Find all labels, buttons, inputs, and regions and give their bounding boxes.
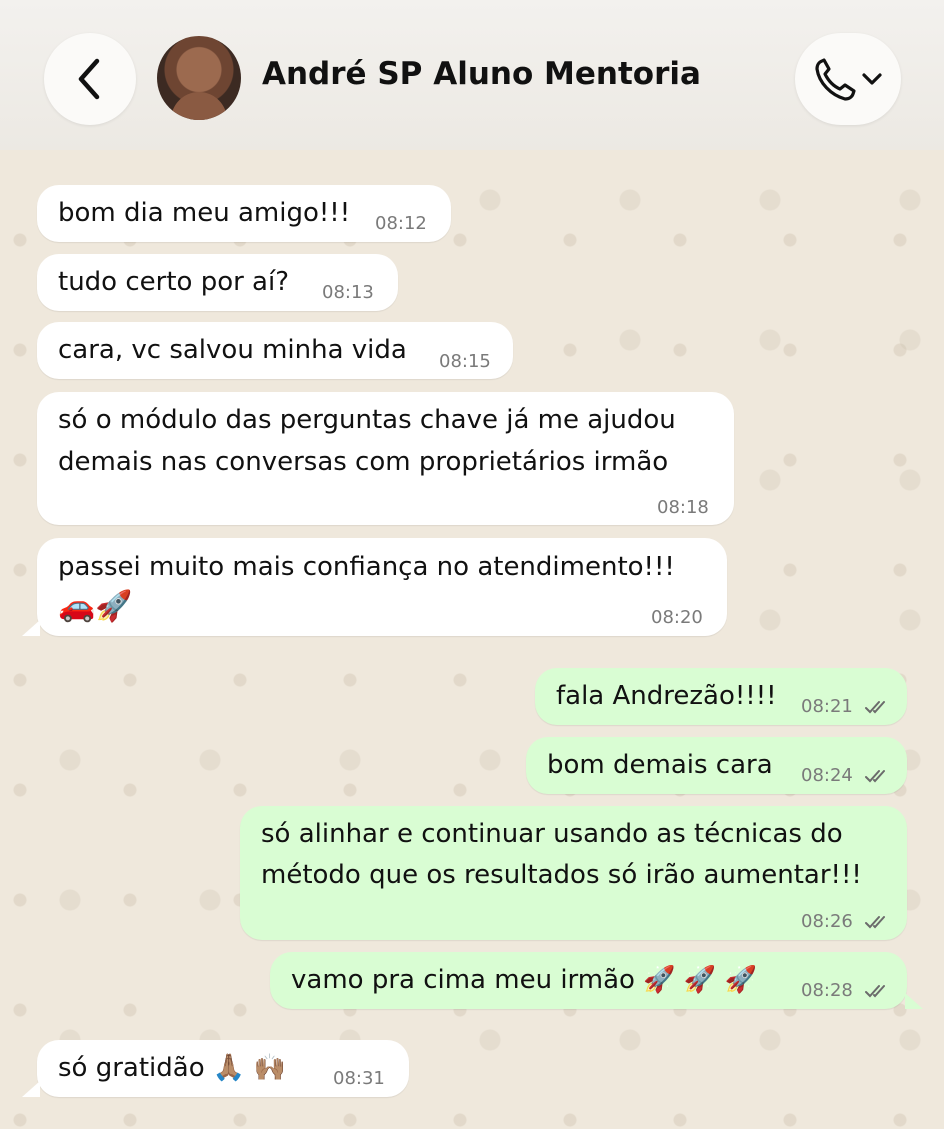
message-incoming[interactable]: passei muito mais confiança no atendimen… [37, 538, 727, 636]
message-text: bom dia meu amigo!!! [58, 198, 351, 228]
message-time: 08:15 [439, 351, 491, 372]
double-check-icon [864, 985, 885, 998]
message-outgoing[interactable]: só alinhar e continuar usando as técnica… [240, 806, 907, 940]
message-text-line: só o módulo das perguntas chave já me aj… [58, 405, 676, 435]
message-incoming[interactable]: só o módulo das perguntas chave já me aj… [37, 392, 734, 525]
message-outgoing[interactable]: vamo pra cima meu irmão 🚀 🚀 🚀 08:28 [270, 952, 907, 1009]
double-check-icon [864, 770, 885, 783]
message-time: 08:24 [801, 766, 891, 786]
bubble-tail [22, 1081, 40, 1097]
message-time: 08:18 [657, 497, 709, 518]
message-text-line: passei muito mais confiança no atendimen… [58, 552, 675, 582]
message-outgoing[interactable]: bom demais cara 08:24 [526, 737, 907, 794]
message-text: só gratidão 🙏🏽 🙌🏽 [58, 1053, 286, 1083]
message-text-line: só alinhar e continuar usando as técnica… [261, 819, 843, 849]
message-time: 08:28 [801, 981, 891, 1001]
message-text: tudo certo por aí? [58, 267, 290, 297]
message-text: vamo pra cima meu irmão 🚀 🚀 🚀 [291, 965, 757, 995]
contact-name[interactable]: André SP Aluno Mentoria [262, 56, 701, 92]
message-text-line: demais nas conversas com proprietários i… [58, 447, 669, 477]
double-check-icon [864, 916, 885, 929]
back-button[interactable] [44, 33, 136, 125]
chat-header: André SP Aluno Mentoria [0, 0, 944, 150]
call-button[interactable] [795, 33, 901, 125]
message-outgoing[interactable]: fala Andrezão!!!! 08:21 [535, 668, 907, 725]
message-time-text: 08:28 [801, 980, 853, 1001]
message-incoming[interactable]: cara, vc salvou minha vida 08:15 [37, 322, 513, 379]
chevron-down-icon [862, 73, 882, 85]
message-time-text: 08:21 [801, 696, 853, 717]
message-time: 08:13 [322, 282, 374, 303]
message-time-text: 08:26 [801, 911, 853, 932]
message-time: 08:26 [801, 912, 891, 932]
message-incoming[interactable]: tudo certo por aí? 08:13 [37, 254, 398, 311]
message-incoming[interactable]: só gratidão 🙏🏽 🙌🏽 08:31 [37, 1040, 409, 1097]
chevron-left-icon [78, 58, 100, 100]
message-time: 08:12 [375, 213, 427, 234]
contact-avatar[interactable] [157, 36, 241, 120]
message-time-text: 08:24 [801, 765, 853, 786]
message-text: cara, vc salvou minha vida [58, 335, 407, 365]
message-text-line: método que os resultados só irão aumenta… [261, 860, 862, 890]
message-text: bom demais cara [547, 750, 773, 780]
message-incoming[interactable]: bom dia meu amigo!!! 08:12 [37, 185, 451, 242]
phone-icon [815, 58, 856, 101]
double-check-icon [864, 701, 885, 714]
message-time: 08:21 [801, 697, 891, 717]
bubble-tail [905, 993, 923, 1009]
message-text: fala Andrezão!!!! [556, 681, 777, 711]
message-time: 08:31 [333, 1068, 385, 1089]
message-emoji: 🚗🚀 [58, 589, 133, 624]
bubble-tail [22, 620, 40, 636]
message-time: 08:20 [651, 607, 703, 628]
